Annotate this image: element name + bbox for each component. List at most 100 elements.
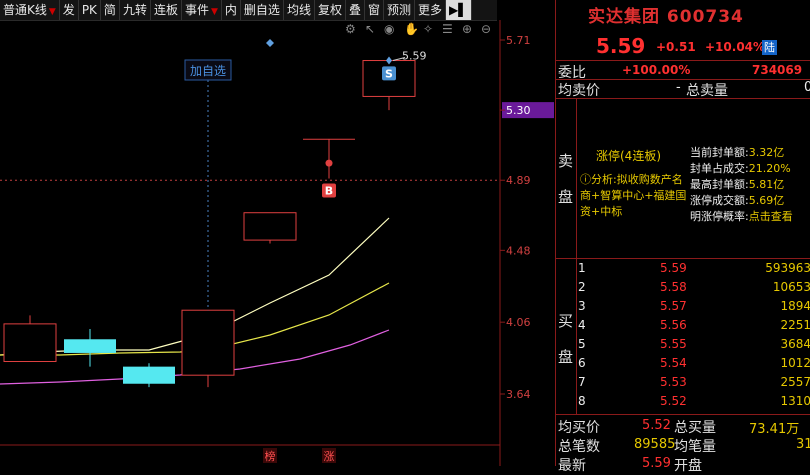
total-ask-value: 0 [804, 80, 810, 95]
high-price-label: 5.59 [402, 50, 427, 63]
bid-row[interactable]: 4 5.56 2251 [578, 318, 810, 336]
divider [556, 414, 810, 415]
weibi-pct: +100.00% [622, 63, 691, 77]
bid-level: 7 [578, 375, 586, 389]
latest-label: 最新 [558, 458, 586, 474]
quote-panel: 实达集团 600734 5.59 +0.51 +10.04% 陆 委比 +100… [555, 0, 810, 474]
price-axis-label: 4.48 [506, 244, 531, 257]
kline-chart[interactable]: 5.71 5.30 4.89 4.48 4.06 3.64 5.59 S B 加自选榜 涨 [0, 20, 555, 466]
candle[interactable] [3, 315, 57, 363]
bid-price: 5.55 [660, 337, 687, 351]
candle[interactable] [181, 309, 235, 388]
bid-level: 6 [578, 356, 586, 370]
bid-volume: 593963 [765, 261, 810, 275]
price-axis-label: 4.89 [506, 174, 531, 187]
limit-up-analysis[interactable]: ⓘ分析:拟收购数产名商+智算中心+福建国资+中标 [580, 172, 692, 220]
panel-toggle-icon[interactable]: ▶▌ [446, 0, 472, 20]
candle-body [243, 212, 297, 241]
avg-trade-vol-value: 31 [796, 437, 810, 452]
candle[interactable] [64, 329, 116, 367]
bid-volume: 1012 [780, 356, 810, 370]
bid-level: 5 [578, 337, 586, 351]
divider [556, 98, 810, 99]
toolbar-ma[interactable]: 均线 [284, 0, 315, 20]
total-trades-label: 总笔数 [558, 439, 600, 455]
bid-price: 5.58 [660, 280, 687, 294]
bid-row[interactable]: 3 5.57 1894 [578, 299, 810, 317]
bid-volume: 2251 [780, 318, 810, 332]
limit-up-stats: 当前封单额:3.32亿 封单占成交:21.20% 最高封单额:5.81亿 涨停成… [690, 145, 793, 225]
bid-level: 2 [578, 280, 586, 294]
candle-body [3, 323, 57, 363]
total-ask-label: 总卖量 [686, 83, 728, 99]
current-price: 5.59 [596, 34, 646, 58]
stat-row: 明涨停概率:点击查看 [690, 210, 793, 223]
bid-price: 5.52 [660, 394, 687, 408]
diamond-marker [266, 39, 274, 47]
sell-side-label-2: 盘 [558, 188, 574, 206]
bid-row[interactable]: 8 5.52 1310 [578, 394, 810, 412]
divider [556, 258, 810, 259]
price-change: +0.51 [656, 40, 696, 54]
candle[interactable] [243, 212, 297, 244]
open-label: 开盘 [674, 458, 702, 474]
price-axis-label: 5.30 [506, 104, 531, 117]
toolbar-lianban[interactable]: 连板 [151, 0, 182, 20]
bid-row[interactable]: 5 5.55 3684 [578, 337, 810, 355]
avg-ask-value: - [676, 80, 681, 95]
toolbar-remove-watchlist[interactable]: 删自选 [241, 0, 284, 20]
candle[interactable] [303, 138, 355, 179]
bid-volume: 1310 [780, 394, 810, 408]
toolbar-adjust[interactable]: 复权 [315, 0, 346, 20]
toolbar-jian[interactable]: 简 [101, 0, 120, 20]
sell-marker-label: S [385, 67, 393, 80]
buy-marker-label: B [325, 185, 333, 198]
toolbar-event[interactable]: 事件 ▼ [182, 0, 222, 20]
toolbar-pk[interactable]: PK [79, 0, 101, 20]
bid-price: 5.53 [660, 375, 687, 389]
market-tag: 陆 [762, 40, 777, 55]
candle-body [123, 366, 175, 384]
stat-row: 涨停成交额:5.69亿 [690, 194, 785, 207]
bid-level: 3 [578, 299, 586, 313]
toolbar-window[interactable]: 窗 [365, 0, 384, 20]
add-watchlist-label[interactable]: 加自选 [190, 64, 226, 78]
toolbar-jiuzhuan[interactable]: 九转 [120, 0, 151, 20]
bid-level: 8 [578, 394, 586, 408]
bid-row[interactable]: 7 5.53 2557 [578, 375, 810, 393]
avg-bid-label: 均买价 [558, 420, 600, 436]
bid-price: 5.54 [660, 356, 687, 370]
total-bid-value: 73.41万 [749, 422, 800, 437]
toolbar-fa[interactable]: 发 [60, 0, 79, 20]
stat-row: 当前封单额:3.32亿 [690, 146, 785, 159]
bid-row[interactable]: 2 5.58 10653 [578, 280, 810, 298]
bid-row[interactable]: 1 5.59 593963 [578, 261, 810, 279]
bid-price: 5.56 [660, 318, 687, 332]
bottom-tag[interactable]: 榜 [265, 449, 276, 463]
bid-volume: 2557 [780, 375, 810, 389]
kline-type-select[interactable]: 普通K线 ▼ [0, 0, 60, 20]
toolbar-overlay[interactable]: 叠 [346, 0, 365, 20]
bid-level: 1 [578, 261, 586, 275]
candle-body [181, 309, 235, 376]
bid-row[interactable]: 6 5.54 1012 [578, 356, 810, 374]
bottom-tag[interactable]: 涨 [324, 450, 335, 463]
toolbar-predict[interactable]: 预测 [384, 0, 416, 20]
candle[interactable] [123, 363, 175, 388]
stat-row: 最高封单额:5.81亿 [690, 178, 785, 191]
sell-side-label-1: 卖 [558, 152, 574, 170]
toolbar-nei[interactable]: 内 [222, 0, 241, 20]
candle-body [64, 339, 116, 353]
view-probability-link[interactable]: 点击查看 [749, 210, 793, 223]
price-axis-label: 5.71 [506, 34, 531, 47]
bid-volume: 10653 [772, 280, 810, 294]
toolbar-more[interactable]: 更多 [415, 0, 447, 20]
avg-ask-label: 均卖价 [558, 83, 600, 99]
buy-side-label-1: 买 [558, 312, 574, 330]
stock-title: 实达集团 600734 [588, 7, 744, 27]
stat-row: 封单占成交:21.20% [690, 162, 791, 175]
price-change-pct: +10.04% [705, 40, 766, 54]
chart-toolbar: 普通K线 ▼ 发 PK 简 九转 连板 事件 ▼ 内 删自选 均线 复权 叠 窗 预… [0, 0, 497, 21]
divider [576, 98, 577, 258]
bid-volume: 1894 [780, 299, 810, 313]
